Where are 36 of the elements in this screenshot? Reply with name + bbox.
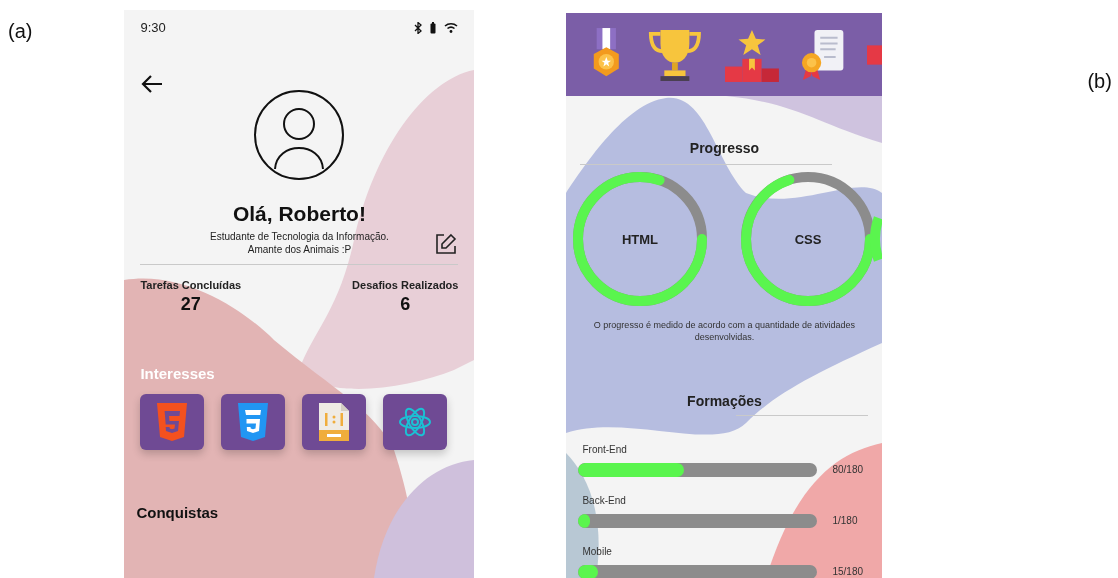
section-title: Formações: [687, 393, 762, 409]
ring-label: HTML: [622, 232, 659, 247]
wifi-icon: [444, 22, 459, 34]
stat-value: 27: [180, 293, 201, 316]
interest-tile[interactable]: [140, 394, 205, 451]
css3-icon: [236, 402, 271, 443]
stat-value: 6: [400, 293, 411, 316]
bluetooth-icon: [414, 21, 423, 34]
edit-button[interactable]: [434, 231, 459, 256]
status-time: 9:30: [140, 19, 166, 37]
stat-label: Tarefas Concluídas: [140, 277, 242, 293]
bio-text: Estudante de Tecnologia da Informação. Amante dos Animais :P: [210, 229, 389, 256]
javascript-file-icon: [317, 402, 352, 443]
interest-tile[interactable]: [221, 394, 286, 451]
ring-label: CSS: [795, 232, 822, 247]
figure-label: (b): [1087, 69, 1112, 94]
interest-tile[interactable]: [302, 394, 367, 451]
avatar-icon: [253, 88, 346, 181]
section-title: Interesses: [140, 364, 215, 385]
progress-reading: 1/180: [832, 514, 858, 528]
badge-icon: [867, 44, 883, 65]
stat-label: Desafios Realizados: [352, 277, 459, 293]
progress-reading: 15/180: [832, 565, 864, 578]
course-label: Back-End: [582, 495, 626, 506]
back-button[interactable]: [140, 73, 165, 94]
greeting-title: Olá, Roberto!: [232, 200, 366, 226]
progress-reading: 80/180: [832, 463, 864, 477]
progress-note: O progresso é medido de acordo com a quantidade de atividades desenvolvidas.: [592, 319, 857, 343]
course-label: Front-End: [582, 444, 627, 455]
section-title: Progresso: [689, 140, 760, 156]
interest-tile[interactable]: [383, 394, 448, 451]
battery-icon: [430, 21, 437, 34]
figure-label: (a): [8, 19, 33, 44]
section-title: Conquistas: [136, 503, 219, 524]
html5-icon: [155, 402, 190, 443]
course-label: Mobile: [582, 546, 612, 557]
